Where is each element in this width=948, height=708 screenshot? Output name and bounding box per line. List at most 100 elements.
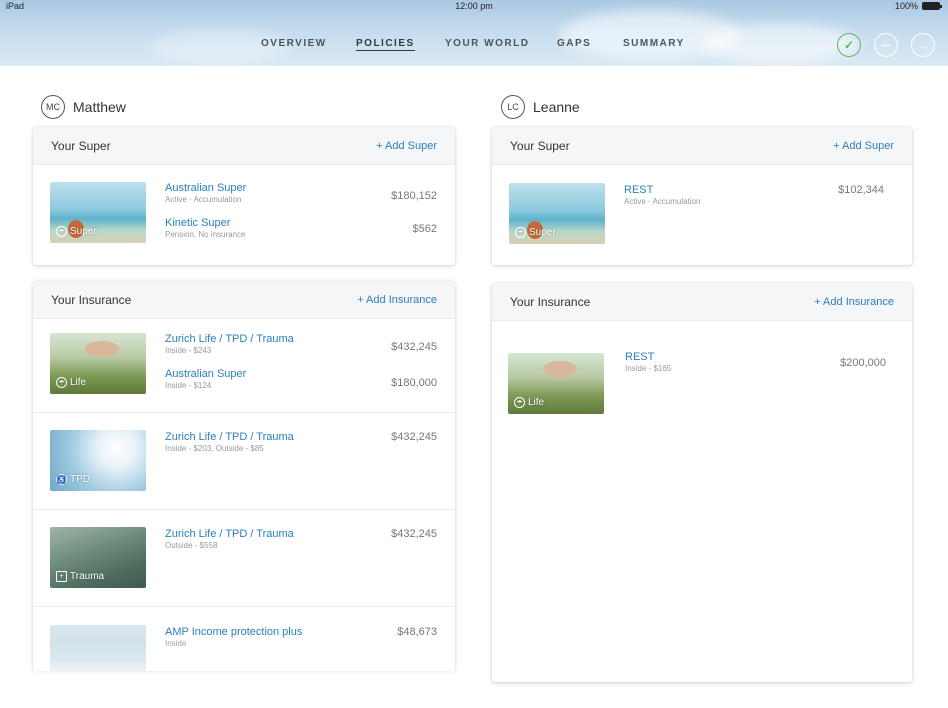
card-header: Your Super + Add Super	[492, 127, 912, 165]
avatar: LC	[501, 95, 525, 119]
policy-name[interactable]: REST	[625, 351, 671, 363]
thumb-label: ☂ Super	[515, 227, 556, 238]
card-title: Your Insurance	[510, 294, 591, 309]
policy-detail: Inside	[165, 639, 187, 648]
add-insurance-button[interactable]: + Add Insurance	[814, 296, 894, 308]
policy-name[interactable]: Zurich Life / TPD / Trauma	[165, 333, 294, 345]
more-button[interactable]: •••	[874, 33, 898, 57]
tab-policies[interactable]: POLICIES	[356, 38, 415, 51]
list-item[interactable]: Kinetic Super Pension, No insurance	[165, 217, 246, 239]
trauma-image: + Trauma	[50, 527, 146, 588]
list-item[interactable]: Zurich Life / TPD / Trauma Inside - $243	[165, 333, 294, 355]
policy-detail: Active - Accumulation	[624, 197, 701, 206]
add-super-button[interactable]: + Add Super	[833, 140, 894, 152]
tab-overview[interactable]: OVERVIEW	[261, 38, 327, 49]
policy-name[interactable]: Zurich Life / TPD / Trauma	[165, 431, 294, 443]
policy-amount: $562	[412, 223, 437, 235]
super-row: ☂ Super REST Active - Accumulation $102,…	[492, 165, 912, 265]
check-icon: ✓	[843, 38, 855, 52]
list-item[interactable]: Zurich Life / TPD / Trauma Inside - $203…	[165, 431, 294, 453]
insurance-row: ☂ Life REST Inside - $165 $200,000	[492, 321, 912, 441]
arrow-right-icon: →	[917, 38, 929, 52]
matthew-super-card: Your Super + Add Super ☂ Super Australia…	[33, 127, 455, 265]
hands-decoration	[85, 341, 119, 357]
thumb-label: ♿ TPD	[56, 474, 90, 485]
policy-amount: $432,245	[391, 528, 437, 540]
list-item[interactable]: AMP Income protection plus Inside	[165, 626, 302, 648]
status-bar: iPad 12:00 pm 100%	[0, 0, 948, 12]
person-name: Leanne	[533, 99, 580, 115]
list-item[interactable]: Australian Super Inside - $124	[165, 368, 246, 390]
avatar: MC	[41, 95, 65, 119]
person-leanne: LC Leanne	[501, 95, 580, 119]
card-header: Your Insurance + Add Insurance	[492, 283, 912, 321]
policy-detail: Pension, No insurance	[165, 230, 246, 239]
insurance-row: ♿ TPD Zurich Life / TPD / Trauma Inside …	[33, 413, 455, 510]
policy-detail: Inside - $124	[165, 381, 212, 390]
super-image: ☂ Super	[509, 183, 605, 244]
tpd-image: ♿ TPD	[50, 430, 146, 491]
list-item[interactable]: Zurich Life / TPD / Trauma Outside - $55…	[165, 528, 294, 550]
umbrella-icon: ☂	[515, 227, 526, 238]
policy-detail: Inside - $243	[165, 346, 212, 355]
policy-name[interactable]: Zurich Life / TPD / Trauma	[165, 528, 294, 540]
battery-percent: 100%	[894, 1, 918, 11]
life-image: ☂ Life	[50, 333, 146, 394]
super-image: ☂ Super	[50, 182, 146, 243]
thumb-label: ☂ Life	[514, 397, 544, 408]
card-title: Your Super	[51, 138, 111, 153]
card-header: Your Super + Add Super	[33, 127, 455, 165]
next-button[interactable]: →	[911, 33, 935, 57]
tab-gaps[interactable]: GAPS	[557, 38, 591, 49]
trauma-icon: +	[56, 571, 67, 582]
policy-detail: Active - Accumulation	[165, 195, 242, 204]
list-item[interactable]: REST Inside - $165	[625, 351, 671, 373]
battery-icon	[922, 2, 942, 10]
policy-amount: $102,344	[838, 184, 884, 196]
add-super-button[interactable]: + Add Super	[376, 140, 437, 152]
add-insurance-button[interactable]: + Add Insurance	[357, 294, 437, 306]
list-item[interactable]: Australian Super Active - Accumulation	[165, 182, 246, 204]
status-time: 12:00 pm	[455, 1, 493, 11]
umbrella-icon: ☂	[56, 377, 67, 388]
policy-detail: Inside - $165	[625, 364, 672, 373]
insurance-row: + Trauma Zurich Life / TPD / Trauma Outs…	[33, 510, 455, 607]
policy-name[interactable]: Kinetic Super	[165, 217, 246, 229]
policy-amount: $432,245	[391, 431, 437, 443]
umbrella-icon: ☂	[56, 226, 67, 237]
header: iPad 12:00 pm 100% OVERVIEW POLICIES YOU…	[0, 0, 948, 66]
person-matthew: MC Matthew	[41, 95, 126, 119]
card-title: Your Insurance	[51, 292, 132, 307]
umbrella-icon: ☂	[514, 397, 525, 408]
life-image: ☂ Life	[508, 353, 604, 414]
tab-your-world[interactable]: YOUR WORLD	[445, 38, 529, 49]
super-row: ☂ Super Australian Super Active - Accumu…	[33, 165, 455, 265]
policy-amount: $432,245	[391, 341, 437, 353]
income-protection-image	[50, 625, 146, 671]
list-item[interactable]: REST Active - Accumulation	[624, 184, 700, 206]
thumb-label: + Trauma	[56, 571, 104, 582]
battery-status: 100%	[894, 1, 942, 11]
policy-amount: $48,673	[397, 626, 437, 638]
leanne-insurance-card: Your Insurance + Add Insurance ☂ Life RE…	[492, 283, 912, 682]
matthew-insurance-card: Your Insurance + Add Insurance ☂ Life Zu…	[33, 281, 455, 671]
policy-name[interactable]: AMP Income protection plus	[165, 626, 302, 638]
leanne-super-card: Your Super + Add Super ☂ Super REST Acti…	[492, 127, 912, 265]
policy-name[interactable]: Australian Super	[165, 368, 246, 380]
policy-detail: Inside - $203, Outside - $85	[165, 444, 264, 453]
person-name: Matthew	[73, 99, 126, 115]
policy-name[interactable]: REST	[624, 184, 700, 196]
check-button[interactable]: ✓	[837, 33, 861, 57]
policy-name[interactable]: Australian Super	[165, 182, 246, 194]
card-title: Your Super	[510, 138, 570, 153]
wheelchair-icon: ♿	[56, 474, 67, 485]
policy-amount: $200,000	[840, 357, 886, 369]
tab-summary[interactable]: SUMMARY	[623, 38, 685, 49]
insurance-row: ☂ Life Zurich Life / TPD / Trauma Inside…	[33, 319, 455, 413]
policy-amount: $180,000	[391, 377, 437, 389]
hands-decoration	[543, 361, 577, 377]
policy-detail: Outside - $558	[165, 541, 218, 550]
policy-amount: $180,152	[391, 190, 437, 202]
card-header: Your Insurance + Add Insurance	[33, 281, 455, 319]
more-icon: •••	[881, 40, 891, 50]
